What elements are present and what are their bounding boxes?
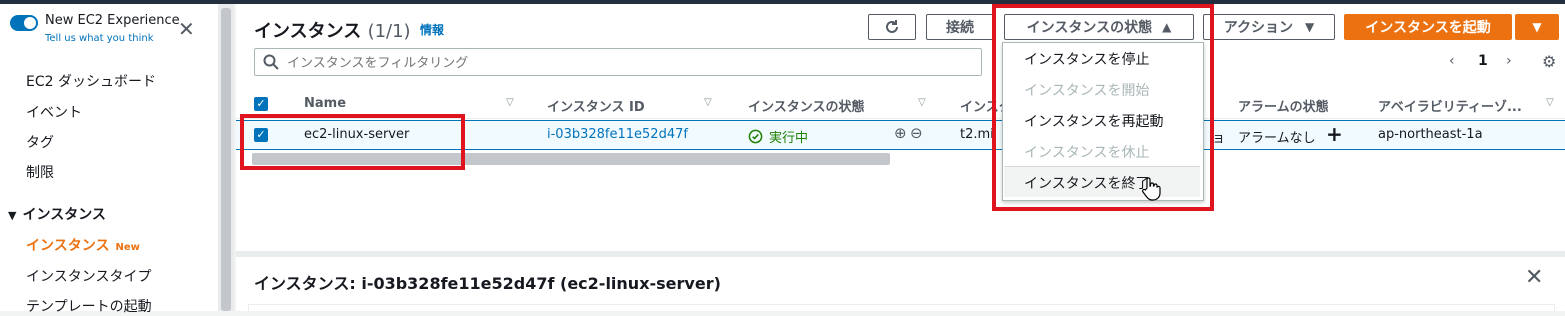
name-highlight-box [240,114,465,170]
zoom-in-icon[interactable]: ⊕ [894,124,907,142]
page-title-text: インスタンス [254,21,362,42]
new-experience-toggle[interactable] [10,15,38,31]
caret-down-icon: ▼ [1305,20,1315,34]
prev-page-icon[interactable]: ‹ [1449,53,1455,69]
sidebar-scrollbar-thumb[interactable] [221,8,231,311]
feedback-link[interactable]: Tell us what you think [45,33,154,44]
gear-icon[interactable]: ⚙ [1542,52,1556,71]
column-instance-state[interactable]: インスタンスの状態 [748,96,864,115]
page-number[interactable]: 1 [1478,53,1488,69]
sidebar-item-dashboard[interactable]: EC2 ダッシュボード [26,71,156,91]
sort-icon[interactable]: ▽ [918,97,926,108]
sidebar-item-instances[interactable]: インスタンス New [26,235,140,255]
column-instance-id[interactable]: インスタンス ID [547,96,645,115]
close-icon[interactable]: ✕ [1525,267,1543,289]
search-input[interactable] [285,52,969,74]
sidebar-item-launch-templates[interactable]: テンプレートの起動 [26,296,152,316]
sidebar-item-events[interactable]: イベント [26,102,82,122]
instance-count: (1/1) [367,21,411,42]
state-text: 実行中 [769,131,809,146]
state-running: 実行中 [748,127,808,146]
info-link[interactable]: 情報 [420,21,444,38]
sort-icon[interactable]: ▽ [1546,97,1554,108]
connect-button[interactable]: 接続 [926,14,994,40]
sidebar-section-label: インスタンス [22,207,106,223]
sort-icon[interactable]: ▽ [506,97,514,108]
details-title: インスタンス: i-03b328fe11e52d47f (ec2-linux-s… [254,274,721,293]
sidebar [0,4,218,311]
sidebar-section-instances[interactable]: ▼ インスタンス [8,204,106,224]
select-all-checkbox[interactable]: ✓ [254,97,268,111]
actions-label: アクション [1223,20,1294,36]
launch-options-button[interactable]: ▼ [1515,14,1559,40]
close-icon[interactable]: ✕ [178,19,195,39]
sort-icon[interactable]: ▽ [704,97,712,108]
add-alarm-icon[interactable]: + [1326,122,1343,146]
refresh-icon [886,20,898,33]
next-page-icon[interactable]: › [1506,53,1512,69]
actions-button[interactable]: アクション ▼ [1203,14,1335,40]
new-experience-title: New EC2 Experience [45,13,180,28]
search-box[interactable] [254,48,982,76]
launch-instance-button[interactable]: インスタンスを起動 [1344,14,1512,40]
zoom-out-icon[interactable]: ⊖ [910,124,923,142]
sidebar-item-instance-types[interactable]: インスタンスタイプ [26,266,151,286]
caret-down-icon: ▼ [8,209,17,222]
page-title: インスタンス (1/1) [254,17,411,43]
column-name[interactable]: Name [304,96,346,111]
alarm-state: アラームなし [1238,131,1316,146]
search-icon [263,54,279,70]
instance-type: t2.mi [960,127,994,142]
sidebar-item-tags[interactable]: タグ [26,132,54,152]
refresh-button[interactable] [868,14,916,40]
new-badge: New [115,242,140,253]
caret-down-icon: ▼ [1532,20,1542,34]
sidebar-item-limits[interactable]: 制限 [26,162,54,182]
menu-highlight-box [992,4,1214,211]
sidebar-item-label: インスタンス [26,238,110,254]
check-circle-icon [748,129,763,144]
column-availability-zone[interactable]: アベイラビリティーゾ... [1378,96,1522,115]
instance-id-link[interactable]: i-03b328fe11e52d47f [547,127,688,142]
availability-zone: ap-northeast-1a [1378,127,1483,142]
column-alarm-state[interactable]: アラームの状態 [1238,96,1329,115]
